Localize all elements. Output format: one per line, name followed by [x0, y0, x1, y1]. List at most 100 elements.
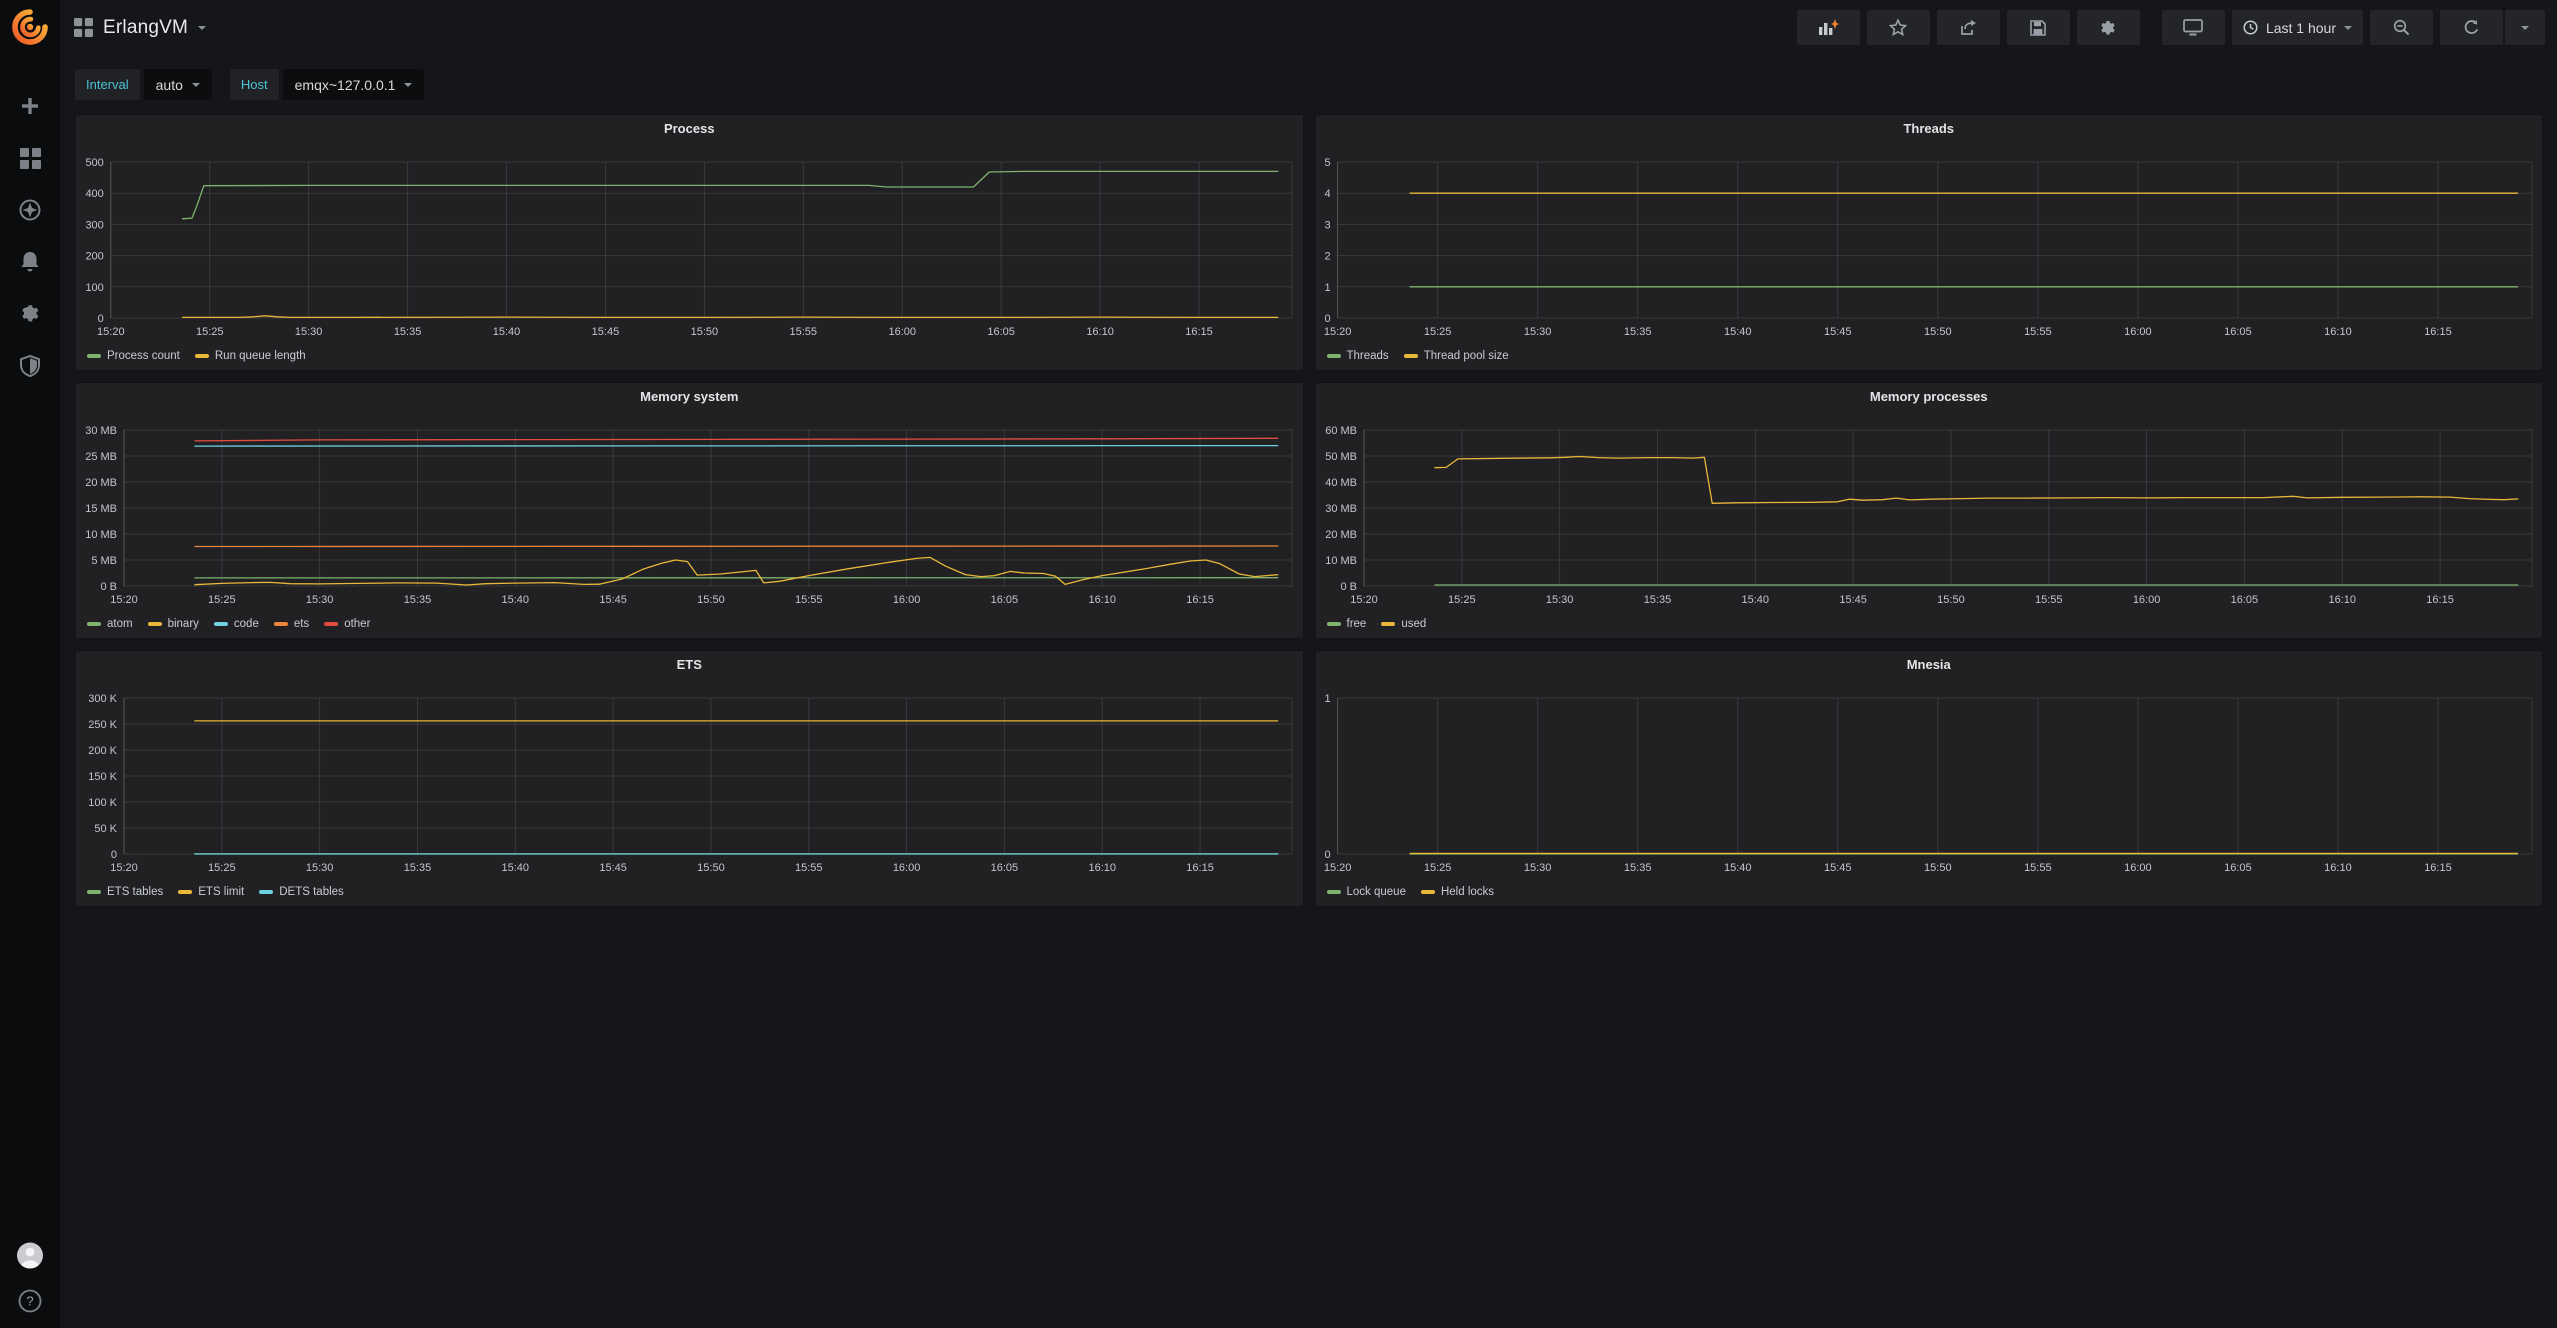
svg-text:15:20: 15:20 — [1323, 862, 1351, 874]
zoom-out-time-button[interactable] — [2370, 10, 2433, 45]
svg-text:16:15: 16:15 — [1186, 862, 1214, 874]
svg-text:60 MB: 60 MB — [1325, 425, 1357, 437]
panel-title[interactable]: Memory processes — [1316, 383, 2543, 410]
legend-series-label: atom — [107, 618, 133, 630]
svg-text:400: 400 — [85, 188, 103, 200]
panel-title[interactable]: Process — [76, 115, 1303, 142]
cycle-view-mode-button[interactable] — [2162, 10, 2225, 45]
legend-series-color — [1404, 354, 1418, 358]
panel-process: Process 15:2015:2515:3015:3515:4015:4515… — [75, 114, 1304, 371]
legend-item[interactable]: ETS tables — [87, 886, 163, 898]
variable-host-selected: emqx~127.0.0.1 — [295, 77, 396, 93]
variable-host-value[interactable]: emqx~127.0.0.1 — [283, 69, 425, 100]
dashboard-title-button[interactable]: ErlangVM — [74, 17, 206, 39]
legend-item[interactable]: Process count — [87, 350, 180, 362]
legend-series-label: Lock queue — [1347, 886, 1406, 898]
grafana-app: ? ErlangVM — [0, 0, 2557, 1328]
svg-text:10 MB: 10 MB — [85, 529, 117, 541]
svg-text:15:40: 15:40 — [493, 326, 521, 338]
legend-item[interactable]: used — [1381, 618, 1426, 630]
panel-threads: Threads 15:2015:2515:3015:3515:4015:4515… — [1315, 114, 2544, 371]
legend-item[interactable]: ets — [274, 618, 309, 630]
legend-series-label: code — [234, 618, 259, 630]
refresh-button-group — [2440, 10, 2545, 45]
svg-text:15:35: 15:35 — [1623, 326, 1651, 338]
time-picker-button[interactable]: Last 1 hour — [2232, 10, 2363, 45]
svg-text:15:25: 15:25 — [208, 594, 236, 606]
panel-title[interactable]: ETS — [76, 651, 1303, 678]
legend-series-label: Process count — [107, 350, 180, 362]
legend-item[interactable]: Threads — [1327, 350, 1389, 362]
save-dashboard-button[interactable] — [2007, 10, 2070, 45]
share-dashboard-button[interactable] — [1937, 10, 2000, 45]
variable-interval-value[interactable]: auto — [144, 69, 212, 100]
svg-text:15:25: 15:25 — [208, 862, 236, 874]
ets-graph[interactable]: 15:2015:2515:3015:3515:4015:4515:5015:55… — [76, 678, 1303, 880]
legend-item[interactable]: other — [324, 618, 370, 630]
dashboard-settings-button[interactable] — [2077, 10, 2140, 45]
svg-text:150 K: 150 K — [88, 771, 117, 783]
legend-series-label: ETS limit — [198, 886, 244, 898]
add-panel-button[interactable] — [1797, 10, 1860, 45]
svg-text:100 K: 100 K — [88, 797, 117, 809]
svg-text:50 MB: 50 MB — [1325, 451, 1357, 463]
explore-icon[interactable] — [17, 197, 43, 223]
legend-item[interactable]: free — [1327, 618, 1367, 630]
svg-text:30 MB: 30 MB — [85, 425, 117, 437]
refresh-interval-dropdown[interactable] — [2505, 10, 2545, 45]
svg-text:250 K: 250 K — [88, 719, 117, 731]
refresh-button[interactable] — [2440, 10, 2503, 45]
create-icon[interactable] — [17, 93, 43, 119]
server-admin-icon[interactable] — [17, 353, 43, 379]
panel-title[interactable]: Memory system — [76, 383, 1303, 410]
memory-processes-graph[interactable]: 15:2015:2515:3015:3515:4015:4515:5015:55… — [1316, 410, 2543, 612]
star-dashboard-button[interactable] — [1867, 10, 1930, 45]
legend-item[interactable]: code — [214, 618, 259, 630]
configuration-icon[interactable] — [17, 301, 43, 327]
legend-item[interactable]: binary — [148, 618, 199, 630]
navbar: ErlangVM — [60, 0, 2557, 55]
svg-text:100: 100 — [85, 282, 103, 294]
legend-item[interactable]: atom — [87, 618, 133, 630]
legend-item[interactable]: Thread pool size — [1404, 350, 1509, 362]
variable-interval-label: Interval — [75, 69, 140, 100]
legend-series-color — [1421, 890, 1435, 894]
svg-text:15:20: 15:20 — [110, 862, 138, 874]
svg-text:4: 4 — [1324, 188, 1330, 200]
user-avatar[interactable] — [17, 1242, 43, 1268]
help-icon[interactable]: ? — [17, 1288, 43, 1314]
alerting-icon[interactable] — [17, 249, 43, 275]
svg-text:16:00: 16:00 — [2132, 594, 2160, 606]
legend-series-label: other — [344, 618, 370, 630]
legend-item[interactable]: Lock queue — [1327, 886, 1406, 898]
svg-text:16:00: 16:00 — [2124, 326, 2152, 338]
memory-system-graph[interactable]: 15:2015:2515:3015:3515:4015:4515:5015:55… — [76, 410, 1303, 612]
legend-series-label: ets — [294, 618, 309, 630]
svg-text:40 MB: 40 MB — [1325, 477, 1357, 489]
process-graph[interactable]: 15:2015:2515:3015:3515:4015:4515:5015:55… — [76, 142, 1303, 344]
svg-text:15:20: 15:20 — [1350, 594, 1378, 606]
svg-text:200 K: 200 K — [88, 745, 117, 757]
legend-series-label: DETS tables — [279, 886, 344, 898]
legend-item[interactable]: DETS tables — [259, 886, 344, 898]
svg-text:15:55: 15:55 — [790, 326, 818, 338]
legend-item[interactable]: Run queue length — [195, 350, 306, 362]
chevron-down-icon — [2521, 26, 2529, 30]
legend-series-color — [1381, 622, 1395, 626]
svg-text:15:55: 15:55 — [2024, 326, 2052, 338]
mnesia-graph[interactable]: 15:2015:2515:3015:3515:4015:4515:5015:55… — [1316, 678, 2543, 880]
threads-graph[interactable]: 15:2015:2515:3015:3515:4015:4515:5015:55… — [1316, 142, 2543, 344]
svg-text:16:05: 16:05 — [2224, 862, 2252, 874]
legend-item[interactable]: Held locks — [1421, 886, 1494, 898]
zoom-out-icon — [2393, 19, 2410, 36]
grafana-logo-icon[interactable] — [10, 7, 50, 47]
panel-title[interactable]: Mnesia — [1316, 651, 2543, 678]
panel-title[interactable]: Threads — [1316, 115, 2543, 142]
svg-text:20 MB: 20 MB — [1325, 529, 1357, 541]
dashboard-grid: Process 15:2015:2515:3015:3515:4015:4515… — [60, 114, 2557, 1328]
legend-item[interactable]: ETS limit — [178, 886, 244, 898]
dashboards-icon[interactable] — [17, 145, 43, 171]
svg-text:15:30: 15:30 — [1523, 326, 1551, 338]
svg-text:16:15: 16:15 — [1186, 594, 1214, 606]
svg-text:16:05: 16:05 — [2230, 594, 2258, 606]
